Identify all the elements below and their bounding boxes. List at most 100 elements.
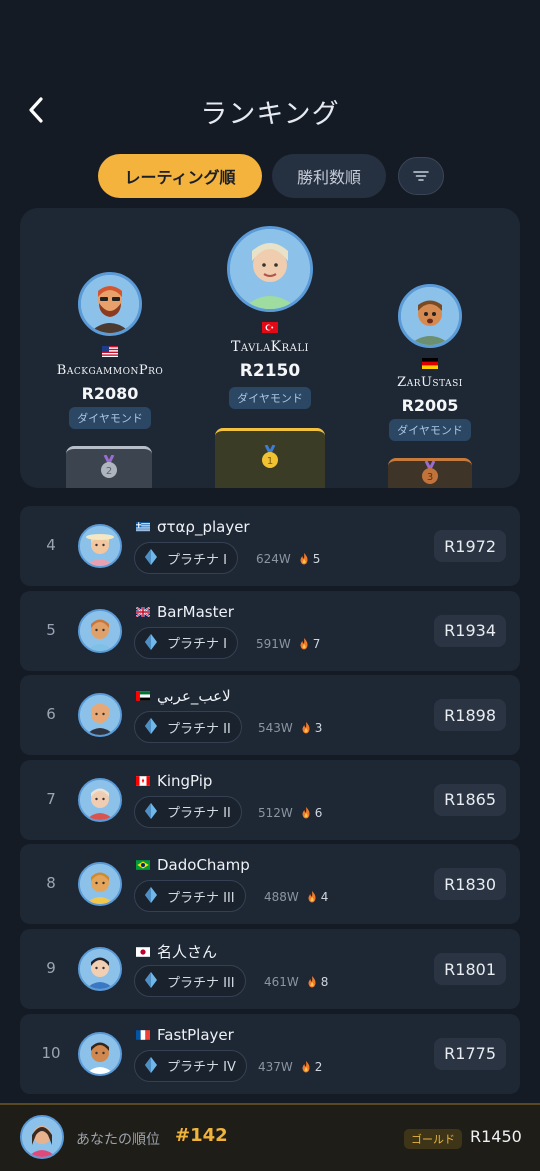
rank-number: 6: [46, 705, 56, 724]
tier-badge: ゴールド: [404, 1129, 462, 1149]
streak-count: 3: [314, 721, 323, 736]
table-row[interactable]: 9 名人さん プラチナ III 461W 8 R1801: [20, 929, 520, 1009]
tier-badge: ダイヤモンド: [389, 419, 471, 441]
tier-label: プラチナ II: [167, 721, 231, 737]
my-rank-label: あなたの順位: [76, 1132, 160, 1148]
tier-badge: プラチナ IV: [134, 1049, 247, 1082]
rank-number: 5: [46, 620, 56, 639]
podium-player-2[interactable]: BackgammonPro R2080 ダイヤモンド: [30, 272, 190, 429]
tier-badge: プラチナ II: [134, 795, 242, 828]
filter-icon: [413, 171, 429, 181]
streak-count: 4: [320, 890, 329, 905]
player-name: DadoChamp: [157, 856, 250, 875]
fire-icon: [302, 1060, 310, 1073]
filter-button[interactable]: [398, 157, 444, 195]
table-row[interactable]: 6 لاعب_عربي プラチナ II 543W 3 R1898: [20, 675, 520, 756]
streak-count: 2: [314, 1059, 323, 1074]
podium-player-1[interactable]: TavlaKrali R2150 ダイヤモンド: [190, 226, 350, 409]
wins-count: 591W: [256, 636, 291, 651]
player-name: BarMaster: [157, 602, 234, 621]
flag-gb-icon: [136, 606, 150, 617]
flag-ae-icon: [136, 691, 150, 701]
avatar: [78, 862, 122, 907]
avatar: [78, 608, 122, 653]
tab-wins[interactable]: 勝利数順: [272, 154, 386, 198]
wins-count: 437W: [258, 1059, 293, 1074]
table-row[interactable]: 7 KingPip プラチナ II 512W 6 R1865: [20, 759, 520, 840]
player-name: KingPip: [157, 771, 213, 790]
flag-br-icon: [136, 860, 150, 871]
streak-count: 5: [312, 552, 321, 566]
avatar: [227, 226, 313, 312]
player-stats: 543W 3: [258, 721, 322, 735]
flag-ca-icon: [136, 775, 150, 786]
rating-badge: R1830: [434, 868, 506, 901]
diamond-icon: [145, 633, 157, 650]
rating-badge: R1898: [434, 699, 506, 732]
podium-name: BackgammonPro: [56, 363, 164, 378]
player-stats: 512W 6: [258, 806, 322, 820]
wins-count: 461W: [264, 975, 299, 989]
avatar: [78, 777, 122, 822]
player-name-line: DadoChamp: [136, 856, 250, 874]
header: ランキング: [0, 80, 540, 140]
player-stats: 461W 8: [264, 975, 328, 989]
tier-label: プラチナ I: [167, 637, 227, 653]
tier-badge: プラチナ III: [134, 965, 246, 997]
player-name-line: FastPlayer: [136, 1026, 234, 1044]
tier-badge: プラチナ I: [134, 626, 238, 659]
rank-number: 4: [46, 536, 56, 554]
player-name-line: BarMaster: [136, 603, 234, 621]
player-name-line: KingPip: [136, 772, 212, 790]
tier-badge: ダイヤモンド: [229, 387, 311, 409]
player-name-line: لاعب_عربي: [136, 687, 231, 705]
fire-icon: [300, 553, 308, 565]
my-rating: R1450: [470, 1127, 522, 1146]
tab-rating[interactable]: レーティング順: [98, 154, 262, 198]
medal-gold-icon: 1: [262, 445, 278, 468]
tier-label: プラチナ I: [167, 552, 227, 568]
wins-count: 512W: [258, 805, 293, 820]
flag-gr-icon: [136, 522, 150, 532]
podium-block-1: 1: [215, 428, 325, 488]
tier-badge: プラチナ I: [134, 542, 238, 574]
avatar: [20, 1115, 64, 1159]
tier-badge: プラチナ II: [134, 711, 242, 744]
player-name-line: 名人さん: [136, 941, 217, 962]
streak-count: 8: [320, 975, 329, 989]
tier-badge: ダイヤモンド: [69, 407, 151, 429]
avatar: [78, 272, 142, 336]
rating-badge: R1865: [434, 783, 506, 816]
fire-icon: [308, 976, 316, 988]
svg-text:1: 1: [267, 456, 273, 467]
flag-fr-icon: [136, 1029, 150, 1040]
table-row[interactable]: 5 BarMaster プラチナ I 591W 7 R1934: [20, 590, 520, 671]
podium-name: ZarUstasi: [397, 375, 463, 390]
player-stats: 488W 4: [264, 890, 328, 904]
player-stats: 591W 7: [256, 637, 320, 651]
podium: BackgammonPro R2080 ダイヤモンド 2 TavlaKrali …: [20, 208, 520, 488]
flag-tr-icon: [262, 322, 278, 333]
diamond-icon: [145, 549, 157, 565]
table-row[interactable]: 8 DadoChamp プラチナ III 488W 4 R1830: [20, 844, 520, 925]
player-name: σταρ_player: [157, 518, 250, 536]
table-row[interactable]: 4 σταρ_player プラチナ I 624W 5 R1972: [20, 506, 520, 586]
rating-badge: R1801: [434, 953, 506, 985]
podium-rating: R2080: [81, 384, 139, 403]
medal-bronze-icon: 3: [422, 461, 438, 484]
player-name: FastPlayer: [157, 1025, 234, 1044]
rating-badge: R1972: [434, 530, 506, 562]
avatar: [78, 947, 122, 991]
flag-de-icon: [422, 358, 438, 369]
rank-number: 10: [41, 1043, 61, 1062]
table-row[interactable]: 10 FastPlayer プラチナ IV 437W 2 R1775: [20, 1013, 520, 1094]
svg-text:2: 2: [106, 466, 112, 477]
rank-number: 7: [46, 789, 56, 808]
podium-player-3[interactable]: ZarUstasi R2005 ダイヤモンド: [350, 284, 510, 441]
diamond-icon: [145, 972, 157, 988]
player-name: 名人さん: [157, 943, 218, 961]
page-title: ランキング: [200, 99, 340, 130]
my-rank-bar[interactable]: あなたの順位 #142 ゴールド R1450: [0, 1103, 540, 1171]
flag-jp-icon: [136, 946, 150, 957]
streak-count: 6: [314, 805, 323, 820]
